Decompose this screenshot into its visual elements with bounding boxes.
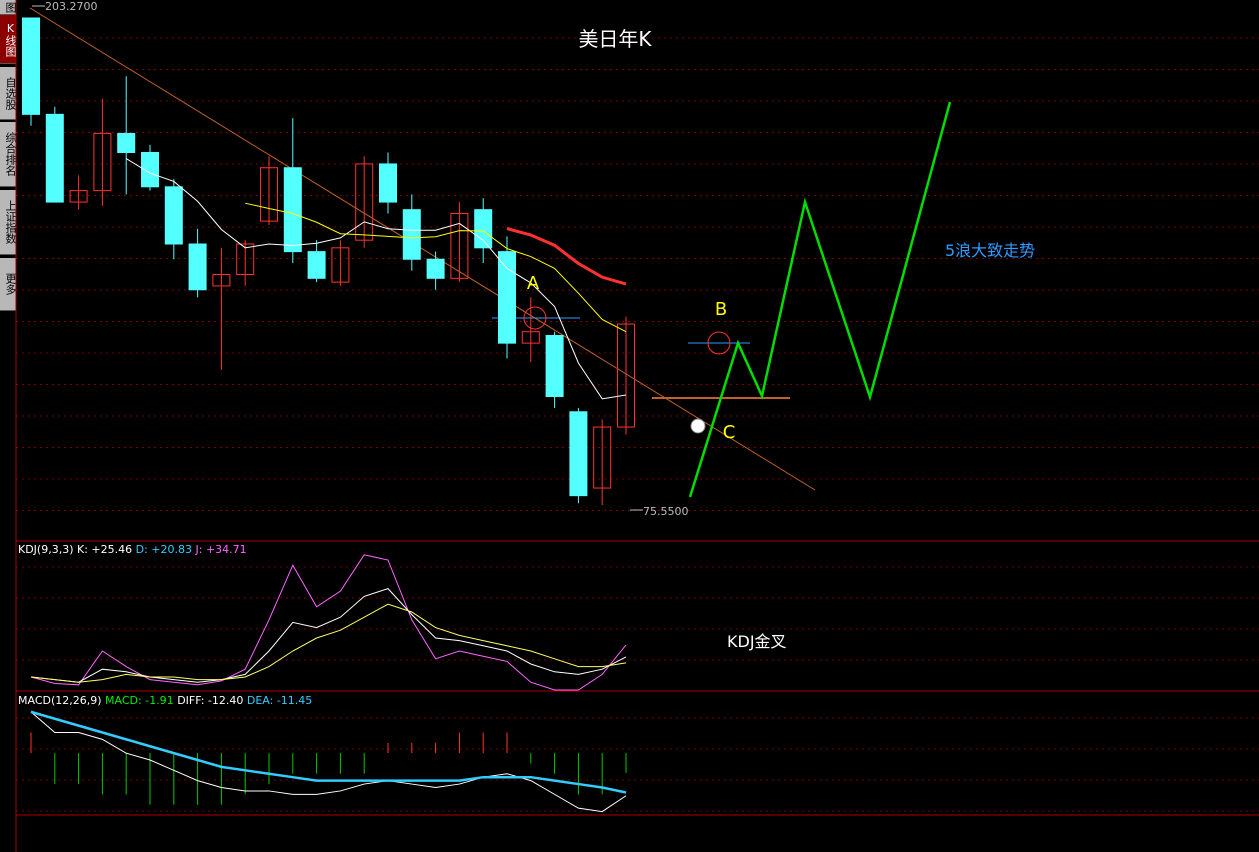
candle-body [164,186,183,245]
candle-body [545,335,564,398]
candle-body [307,251,326,279]
min-price-label: 75.5500 [643,505,689,518]
marker-c-dot [690,418,706,434]
kdj-panel [30,554,627,691]
candle-body [22,17,40,115]
macd-panel [30,710,627,813]
wave-note: 5浪大致走势 [945,241,1035,260]
candle-body [498,251,516,344]
kdj-k-line [30,588,627,683]
macd-dea-value: DEA: -11.45 [246,694,313,707]
chart-grid [15,0,1259,852]
macd-value: MACD: -1.91 [105,694,174,707]
candle-body [426,258,445,279]
chart-title: 美日年K [578,27,652,51]
candle-body [569,411,588,497]
kdj-title: KDJ(9,3,3) K: +25.46 D: +20.83 J: +34.71 [18,543,247,556]
macd-title: MACD(12,26,9) MACD: -1.91 DIFF: -12.40 D… [18,694,312,707]
candles-layer [22,17,635,505]
downtrend-line [29,7,816,491]
candle-body [45,113,64,203]
kdj-label: KDJ(9,3,3) [18,543,74,556]
candle-body [283,167,302,253]
kline-chart[interactable]: 美日年K 203.2700 75.5500 A B C 5浪大致走势 KDJ金叉 [0,0,1259,852]
kdj-j-value: J: +34.71 [195,543,247,556]
max-price-label: 203.2700 [45,0,98,13]
trendline-layer [29,5,816,511]
macd-diff-line [30,711,627,813]
kdj-d-value: D: +20.83 [135,543,193,556]
candle-body [474,209,493,249]
candle-body [188,243,207,291]
ma20-line [506,227,627,286]
annotation-b: B [715,299,727,320]
candle-body [402,209,421,260]
annotation-a: A [527,273,540,294]
kdj-note: KDJ金叉 [727,632,787,651]
candle-body [117,132,136,153]
macd-diff-value: DIFF: -12.40 [177,694,244,707]
macd-label: MACD(12,26,9) [18,694,102,707]
kdj-d-line [30,603,627,683]
kdj-k-value: K: +25.46 [77,543,133,556]
macd-dea-line [30,710,627,794]
candle-body [379,163,397,203]
annotation-c: C [723,422,736,443]
